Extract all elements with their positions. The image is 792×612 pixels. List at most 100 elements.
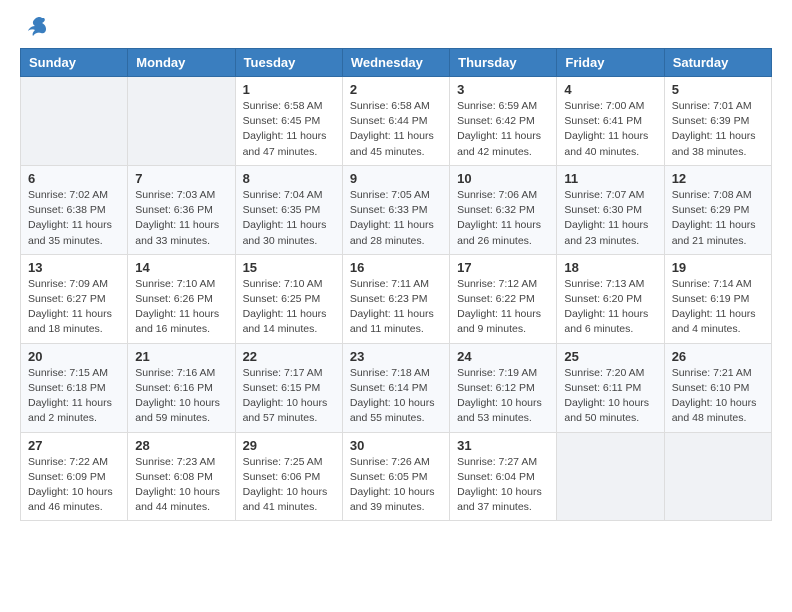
day-info: Sunrise: 7:10 AM Sunset: 6:25 PM Dayligh… <box>243 277 335 338</box>
day-info: Sunrise: 7:02 AM Sunset: 6:38 PM Dayligh… <box>28 188 120 249</box>
day-info: Sunrise: 7:21 AM Sunset: 6:10 PM Dayligh… <box>672 366 764 427</box>
day-number: 20 <box>28 349 120 364</box>
day-info: Sunrise: 7:27 AM Sunset: 6:04 PM Dayligh… <box>457 455 549 516</box>
calendar-cell: 13 Sunrise: 7:09 AM Sunset: 6:27 PM Dayli… <box>21 254 128 343</box>
day-number: 3 <box>457 82 549 97</box>
week-row-5: 27 Sunrise: 7:22 AM Sunset: 6:09 PM Dayli… <box>21 432 772 521</box>
day-number: 18 <box>564 260 656 275</box>
calendar-cell: 7 Sunrise: 7:03 AM Sunset: 6:36 PM Daylig… <box>128 165 235 254</box>
calendar-cell: 24 Sunrise: 7:19 AM Sunset: 6:12 PM Dayli… <box>450 343 557 432</box>
day-number: 4 <box>564 82 656 97</box>
calendar-cell: 22 Sunrise: 7:17 AM Sunset: 6:15 PM Dayli… <box>235 343 342 432</box>
day-number: 9 <box>350 171 442 186</box>
weekday-header-saturday: Saturday <box>664 49 771 77</box>
calendar-cell: 14Sunrise: 7:10 AM Sunset: 6:26 PM Dayli… <box>128 254 235 343</box>
calendar-cell: 2 Sunrise: 6:58 AM Sunset: 6:44 PM Daylig… <box>342 77 449 166</box>
day-info: Sunrise: 7:12 AM Sunset: 6:22 PM Dayligh… <box>457 277 549 338</box>
weekday-header-row: SundayMondayTuesdayWednesdayThursdayFrid… <box>21 49 772 77</box>
calendar-cell: 19 Sunrise: 7:14 AM Sunset: 6:19 PM Dayli… <box>664 254 771 343</box>
calendar-cell: 23Sunrise: 7:18 AM Sunset: 6:14 PM Dayli… <box>342 343 449 432</box>
day-number: 28 <box>135 438 227 453</box>
day-info: Sunrise: 7:20 AM Sunset: 6:11 PM Dayligh… <box>564 366 656 427</box>
calendar-table: SundayMondayTuesdayWednesdayThursdayFrid… <box>20 48 772 521</box>
day-number: 11 <box>564 171 656 186</box>
day-info: Sunrise: 7:17 AM Sunset: 6:15 PM Dayligh… <box>243 366 335 427</box>
logo <box>20 16 50 36</box>
day-number: 8 <box>243 171 335 186</box>
week-row-2: 6 Sunrise: 7:02 AM Sunset: 6:38 PM Daylig… <box>21 165 772 254</box>
day-number: 10 <box>457 171 549 186</box>
day-number: 1 <box>243 82 335 97</box>
calendar-cell: 25 Sunrise: 7:20 AM Sunset: 6:11 PM Dayli… <box>557 343 664 432</box>
calendar-cell: 12 Sunrise: 7:08 AM Sunset: 6:29 PM Dayli… <box>664 165 771 254</box>
weekday-header-monday: Monday <box>128 49 235 77</box>
calendar-cell <box>21 77 128 166</box>
day-info: Sunrise: 7:13 AM Sunset: 6:20 PM Dayligh… <box>564 277 656 338</box>
calendar-cell: 18 Sunrise: 7:13 AM Sunset: 6:20 PM Dayli… <box>557 254 664 343</box>
day-number: 2 <box>350 82 442 97</box>
week-row-4: 20 Sunrise: 7:15 AM Sunset: 6:18 PM Dayli… <box>21 343 772 432</box>
calendar-cell: 30 Sunrise: 7:26 AM Sunset: 6:05 PM Dayli… <box>342 432 449 521</box>
day-number: 21 <box>135 349 227 364</box>
day-info: Sunrise: 6:58 AM Sunset: 6:45 PM Dayligh… <box>243 99 335 160</box>
day-number: 7 <box>135 171 227 186</box>
day-info: Sunrise: 7:01 AM Sunset: 6:39 PM Dayligh… <box>672 99 764 160</box>
day-info: Sunrise: 7:26 AM Sunset: 6:05 PM Dayligh… <box>350 455 442 516</box>
day-info: Sunrise: 7:05 AM Sunset: 6:33 PM Dayligh… <box>350 188 442 249</box>
calendar-cell: 1 Sunrise: 6:58 AM Sunset: 6:45 PM Daylig… <box>235 77 342 166</box>
day-number: 16 <box>350 260 442 275</box>
weekday-header-wednesday: Wednesday <box>342 49 449 77</box>
day-number: 27 <box>28 438 120 453</box>
calendar-cell: 21 Sunrise: 7:16 AM Sunset: 6:16 PM Dayli… <box>128 343 235 432</box>
day-info: Sunrise: 7:03 AM Sunset: 6:36 PM Dayligh… <box>135 188 227 249</box>
weekday-header-tuesday: Tuesday <box>235 49 342 77</box>
calendar-cell: 10Sunrise: 7:06 AM Sunset: 6:32 PM Dayli… <box>450 165 557 254</box>
page: SundayMondayTuesdayWednesdayThursdayFrid… <box>0 0 792 541</box>
day-info: Sunrise: 7:25 AM Sunset: 6:06 PM Dayligh… <box>243 455 335 516</box>
day-info: Sunrise: 7:08 AM Sunset: 6:29 PM Dayligh… <box>672 188 764 249</box>
day-info: Sunrise: 7:09 AM Sunset: 6:27 PM Dayligh… <box>28 277 120 338</box>
calendar-cell <box>557 432 664 521</box>
day-info: Sunrise: 7:22 AM Sunset: 6:09 PM Dayligh… <box>28 455 120 516</box>
day-info: Sunrise: 7:19 AM Sunset: 6:12 PM Dayligh… <box>457 366 549 427</box>
weekday-header-friday: Friday <box>557 49 664 77</box>
day-number: 19 <box>672 260 764 275</box>
calendar-cell: 29Sunrise: 7:25 AM Sunset: 6:06 PM Dayli… <box>235 432 342 521</box>
day-number: 22 <box>243 349 335 364</box>
week-row-1: 1 Sunrise: 6:58 AM Sunset: 6:45 PM Daylig… <box>21 77 772 166</box>
day-info: Sunrise: 7:04 AM Sunset: 6:35 PM Dayligh… <box>243 188 335 249</box>
calendar-cell: 26Sunrise: 7:21 AM Sunset: 6:10 PM Dayli… <box>664 343 771 432</box>
day-info: Sunrise: 7:23 AM Sunset: 6:08 PM Dayligh… <box>135 455 227 516</box>
day-info: Sunrise: 7:11 AM Sunset: 6:23 PM Dayligh… <box>350 277 442 338</box>
day-number: 6 <box>28 171 120 186</box>
day-info: Sunrise: 7:15 AM Sunset: 6:18 PM Dayligh… <box>28 366 120 427</box>
day-info: Sunrise: 7:14 AM Sunset: 6:19 PM Dayligh… <box>672 277 764 338</box>
calendar-cell: 31Sunrise: 7:27 AM Sunset: 6:04 PM Dayli… <box>450 432 557 521</box>
calendar-cell: 28 Sunrise: 7:23 AM Sunset: 6:08 PM Dayli… <box>128 432 235 521</box>
day-info: Sunrise: 7:07 AM Sunset: 6:30 PM Dayligh… <box>564 188 656 249</box>
calendar-cell: 16 Sunrise: 7:11 AM Sunset: 6:23 PM Dayli… <box>342 254 449 343</box>
day-number: 17 <box>457 260 549 275</box>
calendar-cell: 20 Sunrise: 7:15 AM Sunset: 6:18 PM Dayli… <box>21 343 128 432</box>
calendar-cell: 4Sunrise: 7:00 AM Sunset: 6:41 PM Daylig… <box>557 77 664 166</box>
day-info: Sunrise: 7:16 AM Sunset: 6:16 PM Dayligh… <box>135 366 227 427</box>
calendar-cell: 27 Sunrise: 7:22 AM Sunset: 6:09 PM Dayli… <box>21 432 128 521</box>
calendar-cell: 11 Sunrise: 7:07 AM Sunset: 6:30 PM Dayli… <box>557 165 664 254</box>
calendar-cell: 9 Sunrise: 7:05 AM Sunset: 6:33 PM Daylig… <box>342 165 449 254</box>
day-info: Sunrise: 6:58 AM Sunset: 6:44 PM Dayligh… <box>350 99 442 160</box>
calendar-cell: 6 Sunrise: 7:02 AM Sunset: 6:38 PM Daylig… <box>21 165 128 254</box>
calendar-cell: 15Sunrise: 7:10 AM Sunset: 6:25 PM Dayli… <box>235 254 342 343</box>
calendar-cell <box>664 432 771 521</box>
calendar-cell: 17 Sunrise: 7:12 AM Sunset: 6:22 PM Dayli… <box>450 254 557 343</box>
calendar-cell <box>128 77 235 166</box>
day-info: Sunrise: 7:18 AM Sunset: 6:14 PM Dayligh… <box>350 366 442 427</box>
day-number: 14 <box>135 260 227 275</box>
calendar-cell: 5Sunrise: 7:01 AM Sunset: 6:39 PM Daylig… <box>664 77 771 166</box>
day-number: 13 <box>28 260 120 275</box>
week-row-3: 13 Sunrise: 7:09 AM Sunset: 6:27 PM Dayli… <box>21 254 772 343</box>
day-number: 24 <box>457 349 549 364</box>
day-info: Sunrise: 6:59 AM Sunset: 6:42 PM Dayligh… <box>457 99 549 160</box>
day-number: 25 <box>564 349 656 364</box>
day-number: 30 <box>350 438 442 453</box>
day-number: 12 <box>672 171 764 186</box>
